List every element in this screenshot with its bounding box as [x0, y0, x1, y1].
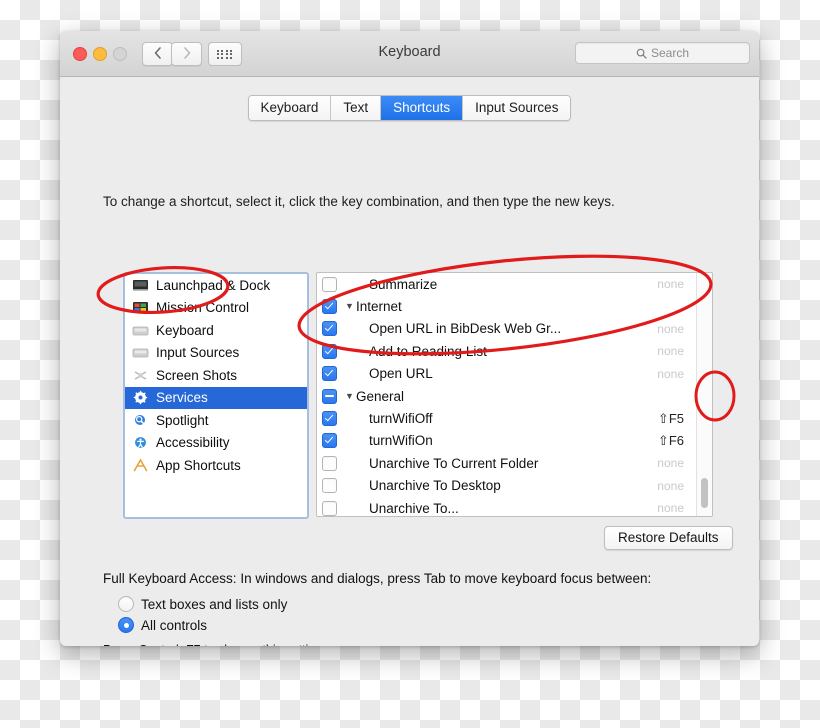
sidebar-item-label: Services: [156, 390, 208, 406]
sidebar-item-label: Spotlight: [156, 412, 209, 428]
app-shortcuts-icon: [132, 458, 149, 473]
window-content: Keyboard Text Shortcuts Input Sources To ch…: [60, 77, 759, 646]
shortcut-key-combination[interactable]: none: [657, 277, 684, 291]
shortcut-checkbox[interactable]: [322, 433, 337, 449]
shortcut-row[interactable]: Unarchive To Current Folder none: [317, 452, 712, 474]
shortcut-checkbox[interactable]: [322, 411, 337, 427]
sidebar-item-app-shortcuts[interactable]: App Shortcuts: [125, 454, 307, 477]
shortcut-row[interactable]: Open URL none: [317, 363, 712, 385]
sidebar-item-label: Mission Control: [156, 300, 250, 316]
shortcut-checkbox[interactable]: [322, 500, 337, 516]
radio-label: All controls: [141, 617, 208, 633]
shortcut-key-combination[interactable]: none: [657, 322, 684, 336]
keyboard-preferences-window: Keyboard Search Keyboard Text Shortcuts Inp…: [60, 31, 759, 646]
shortcut-label: General: [356, 388, 405, 404]
shortcut-label: Add to Reading List: [369, 343, 487, 359]
window-titlebar: Keyboard Search: [60, 31, 759, 77]
shortcut-category-list[interactable]: Launchpad & Dock Mission Control Keyboard I…: [123, 272, 309, 519]
shortcut-items-list[interactable]: Summarize none ▼ Internet Open URL in BibDes…: [316, 272, 713, 517]
radio-text-boxes-and-lists[interactable]: Text boxes and lists only: [118, 596, 287, 612]
shortcut-checkbox[interactable]: [322, 478, 337, 494]
shortcut-row[interactable]: Unarchive To Desktop none: [317, 475, 712, 497]
disclosure-triangle-icon[interactable]: ▼: [345, 391, 354, 401]
sidebar-item-input-sources[interactable]: Input Sources: [125, 342, 307, 365]
shortcut-key-combination[interactable]: ⇧F6: [658, 433, 684, 449]
search-input[interactable]: Search: [575, 42, 750, 64]
sidebar-item-mission-control[interactable]: Mission Control: [125, 297, 307, 320]
shortcut-key-combination[interactable]: none: [657, 344, 684, 358]
shortcut-label: Internet: [356, 299, 402, 315]
spotlight-icon: [132, 413, 149, 428]
shortcut-checkbox[interactable]: [322, 343, 337, 359]
launchpad-dock-icon: [132, 278, 149, 293]
shortcut-checkbox[interactable]: [322, 321, 337, 337]
shortcut-row[interactable]: Summarize none: [317, 273, 712, 295]
input-sources-icon: [132, 345, 149, 360]
radio-button[interactable]: [118, 596, 134, 612]
search-icon: [636, 48, 647, 59]
shortcut-checkbox[interactable]: [322, 388, 337, 404]
shortcut-checkbox[interactable]: [322, 366, 337, 382]
tab-input-sources[interactable]: Input Sources: [462, 96, 571, 120]
tab-shortcuts[interactable]: Shortcuts: [380, 96, 463, 120]
full-keyboard-access-label: Full Keyboard Access: In windows and dia…: [103, 571, 652, 586]
shortcut-label: Unarchive To Current Folder: [369, 455, 539, 471]
sidebar-item-spotlight[interactable]: Spotlight: [125, 409, 307, 432]
instruction-text: To change a shortcut, select it, click t…: [103, 194, 615, 209]
shortcut-checkbox[interactable]: [322, 455, 337, 471]
shortcut-row[interactable]: Unarchive To... none: [317, 497, 712, 516]
shortcut-label: Summarize: [369, 276, 438, 292]
screenshots-icon: [132, 368, 149, 383]
shortcut-list-scrollbar[interactable]: [696, 273, 712, 516]
tab-keyboard[interactable]: Keyboard: [248, 96, 331, 120]
tab-bar: Keyboard Text Shortcuts Input Sources: [60, 95, 759, 121]
shortcut-checkbox[interactable]: [322, 299, 337, 315]
shortcut-label: Open URL: [369, 366, 433, 382]
scrollbar-thumb[interactable]: [701, 478, 708, 508]
shortcut-row[interactable]: Open URL in BibDesk Web Gr... none: [317, 318, 712, 340]
disclosure-triangle-icon[interactable]: ▼: [345, 302, 354, 311]
shortcut-row[interactable]: Add to Reading List none: [317, 340, 712, 362]
shortcut-row[interactable]: turnWifiOn ⇧F6: [317, 430, 712, 452]
sidebar-item-label: Launchpad & Dock: [156, 277, 271, 293]
shortcut-label: Unarchive To...: [369, 500, 459, 516]
tab-text[interactable]: Text: [330, 96, 381, 120]
sidebar-item-screen-shots[interactable]: Screen Shots: [125, 364, 307, 387]
preferences-panel: To change a shortcut, select it, click t…: [81, 130, 738, 646]
sidebar-item-keyboard[interactable]: Keyboard: [125, 319, 307, 342]
shortcut-row[interactable]: turnWifiOff ⇧F5: [317, 407, 712, 429]
sidebar-item-label: Keyboard: [156, 322, 214, 338]
shortcut-key-combination[interactable]: ⇧F5: [658, 411, 684, 427]
radio-all-controls[interactable]: All controls: [118, 617, 207, 633]
shortcut-key-combination[interactable]: none: [657, 456, 684, 470]
sidebar-item-launchpad-dock[interactable]: Launchpad & Dock: [125, 274, 307, 297]
shortcut-label: turnWifiOff: [369, 411, 433, 427]
shortcut-key-combination[interactable]: none: [657, 479, 684, 493]
shortcut-label: Open URL in BibDesk Web Gr...: [369, 321, 562, 337]
keyboard-icon: [132, 323, 149, 338]
full-keyboard-access-hint: Press Control+F7 to change this setting.: [103, 643, 326, 646]
accessibility-icon: [132, 435, 149, 450]
radio-button[interactable]: [118, 617, 134, 633]
sidebar-item-label: App Shortcuts: [156, 457, 241, 473]
sidebar-item-accessibility[interactable]: Accessibility: [125, 432, 307, 455]
restore-defaults-button[interactable]: Restore Defaults: [604, 526, 733, 550]
shortcut-key-combination[interactable]: none: [657, 367, 684, 381]
shortcut-key-combination[interactable]: none: [657, 501, 684, 515]
shortcut-label: Unarchive To Desktop: [369, 478, 501, 494]
shortcut-group-row[interactable]: ▼ Internet: [317, 295, 712, 317]
sidebar-item-label: Screen Shots: [156, 367, 238, 383]
services-gear-icon: [132, 390, 149, 405]
shortcut-group-row[interactable]: ▼ General: [317, 385, 712, 407]
sidebar-item-label: Accessibility: [156, 435, 230, 451]
shortcut-checkbox[interactable]: [322, 276, 337, 292]
shortcut-label: turnWifiOn: [369, 433, 433, 449]
sidebar-item-label: Input Sources: [156, 345, 240, 361]
radio-label: Text boxes and lists only: [141, 596, 288, 612]
mission-control-icon: [132, 300, 149, 315]
search-placeholder: Search: [650, 46, 690, 60]
sidebar-item-services[interactable]: Services: [125, 386, 307, 409]
